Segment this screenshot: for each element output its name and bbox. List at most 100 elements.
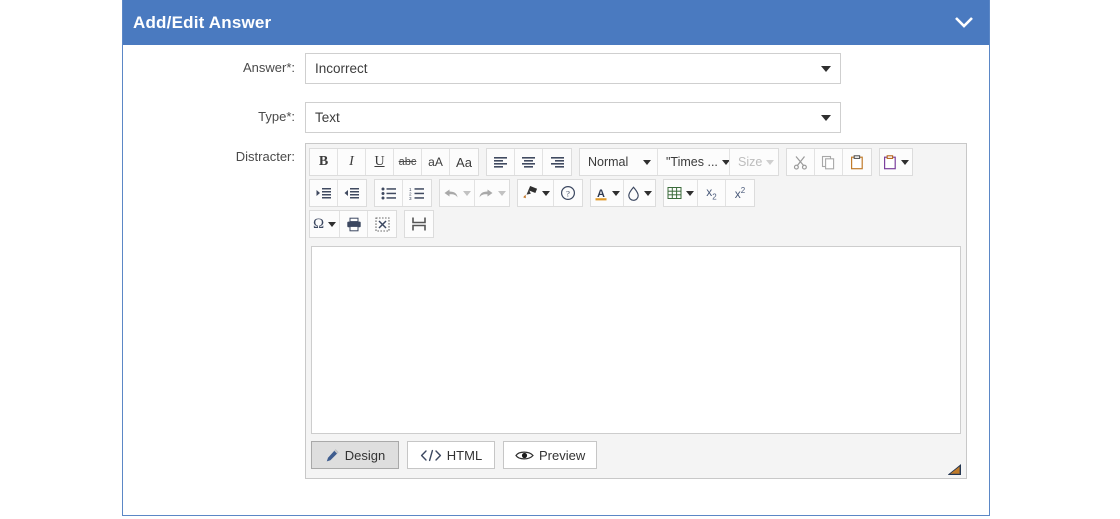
- background-color-button[interactable]: [624, 180, 655, 206]
- subscript-button[interactable]: x2: [698, 180, 726, 206]
- chevron-down-icon: [643, 159, 651, 165]
- special-character-button[interactable]: Ω: [310, 211, 341, 237]
- page-title: Add/Edit Answer: [133, 12, 272, 32]
- dotted-select-icon: [375, 216, 390, 232]
- tab-preview[interactable]: Preview: [503, 441, 598, 469]
- answer-label: Answer*:: [242, 60, 295, 75]
- strikethrough-button[interactable]: abc: [394, 149, 422, 175]
- answer-select[interactable]: Incorrect: [305, 53, 841, 84]
- lowercase-icon: aA: [428, 155, 443, 169]
- chevron-down-icon: [542, 190, 550, 196]
- underline-icon: U: [374, 154, 385, 169]
- svg-text:A: A: [597, 188, 605, 200]
- chevron-down-icon: [498, 190, 506, 196]
- pencil-icon: [325, 448, 340, 463]
- font-size-select[interactable]: Size: [730, 149, 778, 175]
- chevron-down-icon: [766, 159, 775, 165]
- undo-button[interactable]: [440, 180, 475, 206]
- distracter-label: Distracter:: [235, 149, 295, 164]
- format-painter-button[interactable]: [518, 180, 554, 206]
- insert-table-button[interactable]: [664, 180, 698, 206]
- help-button[interactable]: ?: [554, 180, 582, 206]
- table-script-group: x2 x2: [663, 179, 755, 207]
- toolbar-row-2: 1 2 3 ? A x2 x2: [309, 179, 963, 207]
- bold-icon: B: [318, 154, 329, 169]
- editor-toolbar: B I U abc aA Aa Normal "Times ... Size 1…: [306, 144, 966, 243]
- form-row-type: Type*: Text: [123, 102, 841, 133]
- chevron-down-icon: [721, 159, 729, 165]
- chevron-down-icon[interactable]: [953, 12, 975, 34]
- paste-special-button[interactable]: [880, 149, 912, 175]
- font-family-value: "Times ...: [666, 155, 718, 169]
- bullet-list-icon: [381, 187, 397, 200]
- type-select-value: Text: [315, 110, 340, 125]
- italic-icon: I: [349, 154, 354, 169]
- superscript-icon: x2: [734, 185, 746, 201]
- paragraph-format-select[interactable]: Normal: [580, 149, 658, 175]
- superscript-button[interactable]: x2: [726, 180, 754, 206]
- redo-button[interactable]: [475, 180, 509, 206]
- paste-button[interactable]: [843, 149, 871, 175]
- print-button[interactable]: [340, 211, 369, 237]
- resize-grip-icon[interactable]: [947, 463, 962, 475]
- underline-button[interactable]: U: [366, 149, 394, 175]
- tab-html[interactable]: HTML: [407, 441, 495, 469]
- align-right-icon: [550, 156, 565, 169]
- panel-body: Answer*: Incorrect Type*: Text Distracte…: [123, 45, 989, 515]
- editor-content-area[interactable]: [311, 246, 961, 434]
- font-group: Normal "Times ... Size: [579, 148, 779, 176]
- numbered-list-button[interactable]: 1 2 3: [403, 180, 431, 206]
- tab-design-label: Design: [344, 447, 386, 463]
- clipboard-icon: [850, 154, 864, 170]
- format-painter-icon: [521, 186, 538, 200]
- lowercase-button[interactable]: aA: [422, 149, 450, 175]
- italic-button[interactable]: I: [338, 149, 366, 175]
- numbered-list-icon: 1 2 3: [409, 187, 425, 200]
- svg-text:3: 3: [409, 196, 412, 200]
- tab-design[interactable]: Design: [311, 441, 399, 469]
- form-row-answer: Answer*: Incorrect: [123, 53, 841, 84]
- history-group: [439, 179, 510, 207]
- indent-button[interactable]: [310, 180, 338, 206]
- font-family-select[interactable]: "Times ...: [658, 149, 730, 175]
- answer-select-value: Incorrect: [315, 61, 368, 76]
- copy-icon: [821, 155, 836, 170]
- code-brackets-icon: [420, 449, 442, 462]
- eye-icon: [515, 449, 534, 462]
- chevron-down-icon: [821, 65, 831, 72]
- scissors-icon: [793, 155, 808, 170]
- paste-special-group: [879, 148, 913, 176]
- editor-view-tabs: Design HTML Preview: [306, 434, 966, 478]
- type-select[interactable]: Text: [305, 102, 841, 133]
- font-color-button[interactable]: A: [591, 180, 624, 206]
- chevron-down-icon: [686, 190, 694, 196]
- droplet-icon: [627, 185, 640, 201]
- clipboard-purple-icon: [883, 154, 897, 170]
- align-center-icon: [521, 156, 536, 169]
- uppercase-button[interactable]: Aa: [450, 149, 478, 175]
- screen-root: Add/Edit Answer Answer*: Incorrect Type*…: [0, 0, 1120, 519]
- align-right-button[interactable]: [543, 149, 571, 175]
- indent-increase-icon: [316, 187, 332, 200]
- bold-button[interactable]: B: [310, 149, 338, 175]
- select-all-button[interactable]: [368, 211, 397, 237]
- format-painter-group: ?: [517, 179, 583, 207]
- outdent-button[interactable]: [338, 180, 366, 206]
- align-center-button[interactable]: [515, 149, 543, 175]
- tab-html-label: HTML: [446, 447, 483, 463]
- chevron-down-icon: [463, 190, 471, 196]
- uppercase-icon: Aa: [456, 154, 472, 170]
- font-size-value: Size: [738, 155, 763, 169]
- toolbar-row-1: B I U abc aA Aa Normal "Times ... Size: [309, 148, 963, 176]
- tab-preview-label: Preview: [539, 447, 586, 463]
- clipboard-group: [786, 148, 872, 176]
- align-left-button[interactable]: [487, 149, 515, 175]
- bullet-list-button[interactable]: [375, 180, 403, 206]
- cut-button[interactable]: [787, 149, 815, 175]
- copy-button[interactable]: [815, 149, 843, 175]
- page-break-button[interactable]: [405, 211, 434, 237]
- align-left-icon: [493, 156, 508, 169]
- rich-text-editor: B I U abc aA Aa Normal "Times ... Size 1…: [305, 143, 967, 479]
- paragraph-format-value: Normal: [588, 155, 629, 169]
- strikethrough-icon: abc: [398, 156, 417, 168]
